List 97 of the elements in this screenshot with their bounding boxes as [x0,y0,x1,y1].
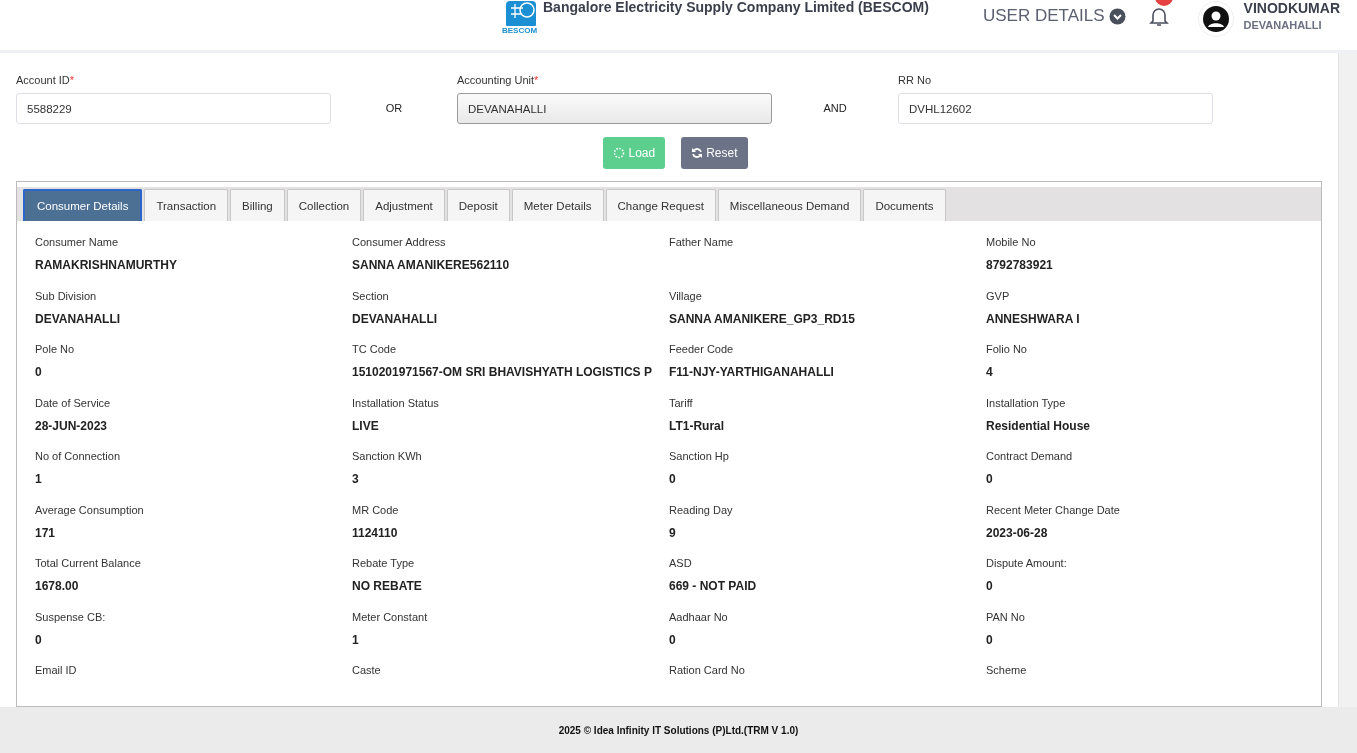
detail-value: F11-NJY-YARTHIGANAHALLI [669,365,835,379]
tab[interactable]: Documents [863,189,946,221]
tab[interactable]: Collection [286,189,362,221]
required-mark: * [534,74,539,86]
detail-value: RAMAKRISHNAMURTHY [35,258,178,272]
detail-label: Sanction Hp [669,450,730,462]
detail-label: Ration Card No [669,664,746,676]
field-label: Accounting Unit* [457,74,540,86]
detail-label: Dispute Amount: [986,557,1068,569]
detail-value: 8792783921 [986,258,1054,272]
detail-value: 1124110 [352,525,399,540]
chevron-down-icon [1108,7,1126,25]
detail-label: Caste [352,664,382,676]
detail-value: 0 [986,632,994,647]
tab[interactable]: Miscellaneous Demand [717,189,862,221]
detail-value: ANNESHWARA I [986,311,1081,326]
detail-label: GVP [986,289,1011,302]
detail-label: Village [669,289,703,302]
detail-label: Consumer Address [352,236,447,248]
detail-label: Installation Status [352,396,440,409]
footer-text: 2025 © Idea Infinity IT Solutions (P)Ltd.(TRM V 1.0) [558,724,799,736]
detail-value: 1678.00 [35,579,80,593]
detail-value: 4 [986,365,994,379]
detail-label: Reading Day [669,503,734,516]
detail-label: Tariff [669,396,694,409]
detail-label: Average Consumption [35,503,145,516]
scrollbar-track[interactable] [1338,53,1357,707]
detail-label: Total Current Balance [35,557,142,569]
detail-value: NO REBATE [352,579,423,593]
detail-label: ASD [669,557,693,569]
detail-label: Email ID [35,664,78,676]
detail-label: Date of Service [35,396,112,409]
detail-label: Folio No [986,343,1028,355]
detail-value: 0 [35,365,43,379]
tab[interactable]: Billing [230,189,285,221]
detail-label: Mobile No [986,236,1037,248]
user-name: VINODKUMAR [1243,0,1340,16]
input-field[interactable]: 5588229 [16,93,331,124]
detail-label: Meter Constant [352,610,429,623]
detail-label: No of Connection [35,450,121,462]
detail-value: 0 [986,579,994,593]
reset-button[interactable]: Reset [681,137,748,169]
detail-value: 1 [352,632,360,647]
detail-label: Section [352,289,390,302]
detail-value: Residential House [986,418,1092,433]
detail-label: Feeder Code [669,343,735,355]
detail-label: Rebate Type [352,557,416,569]
joiner-text: AND [822,101,848,116]
field-label: RR No [898,74,932,86]
tab[interactable]: Consumer Details [23,189,143,221]
detail-label: Consumer Name [35,236,120,248]
detail-value: 3 [352,472,360,486]
detail-label: Father Name [669,236,735,248]
field-label: Account ID* [16,74,76,86]
detail-label: Scheme [986,664,1028,676]
detail-value: 0 [986,472,994,486]
detail-label: TC Code [352,343,398,355]
tab[interactable]: Adjustment [363,189,445,221]
detail-value: 0 [669,472,677,486]
logo-caption: BESCOM [502,26,538,35]
detail-value: 0 [669,632,677,647]
tab[interactable]: Meter Details [511,189,604,221]
required-mark: * [69,74,75,86]
detail-value: 171 [35,525,57,540]
detail-value: 669 - NOT PAID [669,579,758,593]
detail-label: PAN No [986,610,1026,623]
detail-label: Aadhaar No [669,610,729,623]
detail-value: 1 [35,472,43,486]
detail-label: Recent Meter Change Date [986,503,1121,516]
company-name: Bangalore Electricity Supply Company Limited (BESCOM) [543,0,929,15]
detail-value: LT1-Rural [669,418,726,433]
tab[interactable]: Deposit [446,189,510,221]
tab[interactable]: Transaction [144,189,229,221]
detail-value: 1510201971567-OM SRI BHAVISHYATH LOGISTICS P [352,365,653,379]
user-unit: DEVANAHALLI [1243,19,1323,31]
detail-label: Sanction KWh [352,450,423,462]
detail-label: Installation Type [986,396,1067,409]
spinner-icon [613,147,626,159]
refresh-icon [691,147,704,159]
tab[interactable]: Change Request [605,189,716,221]
detail-value: SANNA AMANIKERE562110 [352,258,511,272]
detail-value: SANNA AMANIKERE_GP3_RD15 [669,311,856,326]
user-details-menu[interactable]: USER DETAILS [983,6,1126,26]
detail-label: MR Code [352,503,400,516]
detail-label: Suspense CB: [35,610,107,623]
detail-value: DEVANAHALLI [35,311,122,326]
detail-value: LIVE [352,418,380,433]
joiner-text: OR [384,101,404,116]
detail-value: 9 [669,525,677,540]
detail-label: Contract Demand [986,450,1074,462]
detail-value: 2023-06-28 [986,525,1049,540]
detail-value: 28-JUN-2023 [35,418,109,433]
detail-label: Sub Division [35,289,98,302]
input-field[interactable]: DVHL12602 [898,93,1213,124]
detail-value: DEVANAHALLI [352,311,439,326]
detail-value: 0 [35,632,43,647]
detail-label: Pole No [35,343,76,355]
